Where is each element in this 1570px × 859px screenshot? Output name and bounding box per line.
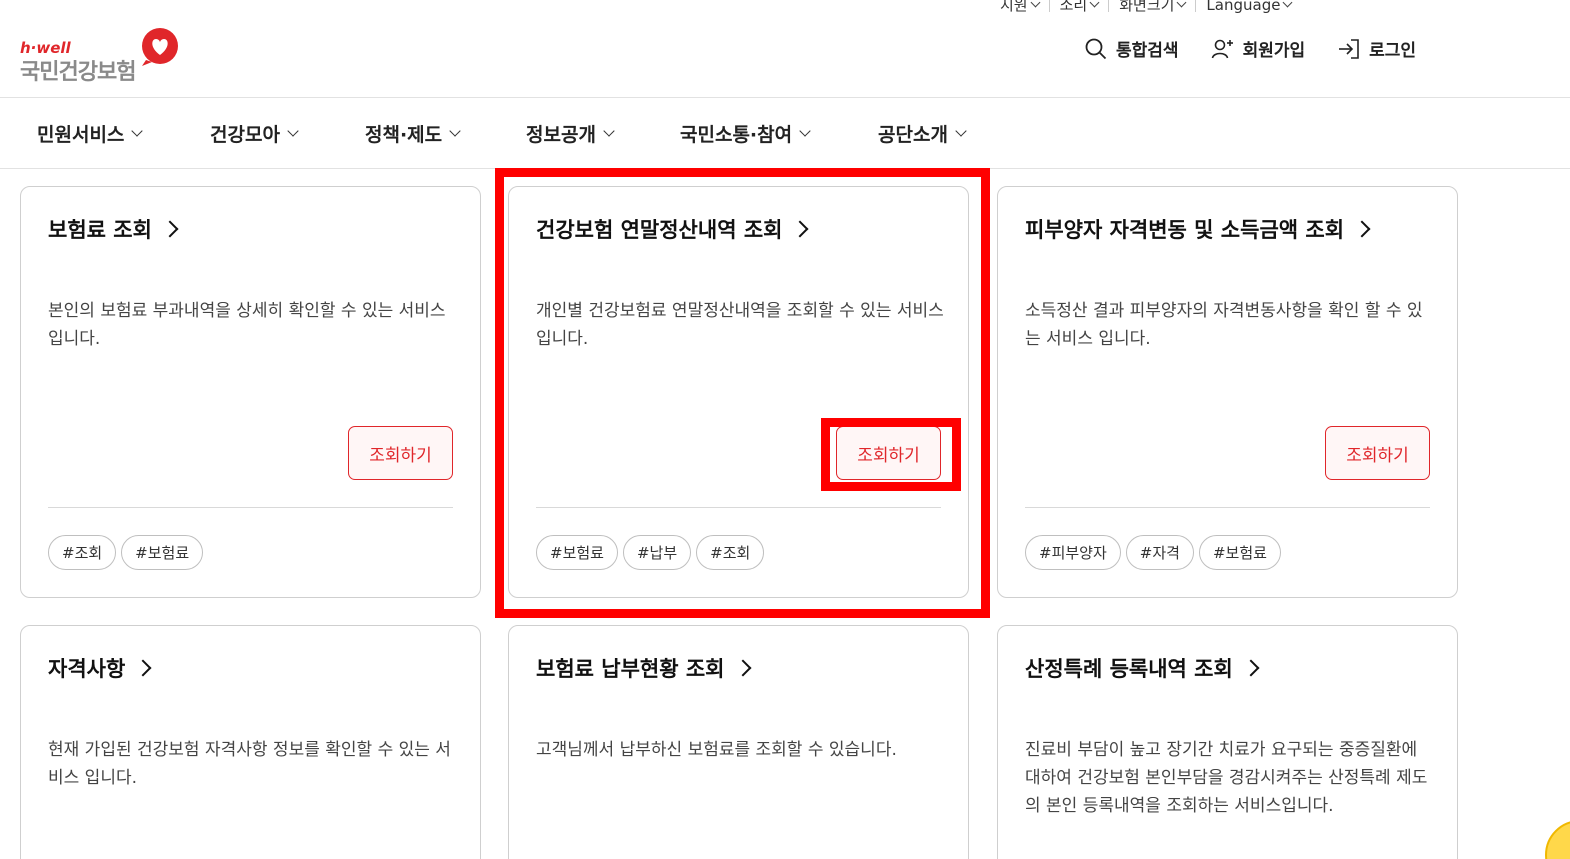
chevron-down-icon [131, 125, 144, 137]
utility-language-label: Language [1206, 0, 1281, 14]
card-title: 건강보험 연말정산내역 조회 [536, 218, 783, 242]
tag[interactable]: #피부양자 [1025, 535, 1121, 570]
login-button[interactable]: 로그인 [1337, 36, 1416, 61]
card-title-link[interactable]: 보험료 납부현황 조회 [536, 653, 752, 683]
utility-sound-label: 소리 [1059, 0, 1088, 14]
nav-participation[interactable]: 국민소통·참여 [680, 120, 811, 147]
chevron-down-icon [1283, 0, 1293, 8]
chevron-down-icon [287, 125, 299, 137]
chevron-down-icon [955, 125, 967, 137]
floating-chatbot-button[interactable] [1545, 820, 1570, 859]
service-card-dependent: 피부양자 자격변동 및 소득금액 조회 소득정산 결과 피부양자의 자격변동사항… [997, 186, 1458, 598]
nav-label: 민원서비스 [37, 124, 125, 146]
card-title-link[interactable]: 보험료 조회 [48, 214, 179, 244]
tag-list: #피부양자 #자격 #보험료 [1025, 535, 1281, 570]
tag[interactable]: #보험료 [536, 535, 618, 570]
service-card-year-end-settlement: 건강보험 연말정산내역 조회 개인별 건강보험료 연말정산내역을 조회할 수 있… [508, 186, 969, 598]
nav-label: 국민소통·참여 [680, 124, 793, 146]
utility-bar: 지원 소리 화면크기 Language [1000, 0, 1301, 15]
card-description: 소득정산 결과 피부양자의 자격변동사항을 확인 할 수 있는 서비스 입니다. [1025, 301, 1423, 349]
tag[interactable]: #조회 [48, 535, 117, 570]
login-icon [1339, 38, 1359, 59]
card-title: 자격사항 [48, 657, 126, 681]
nav-label: 건강모아 [210, 124, 280, 146]
service-card-qualification: 자격사항 현재 가입된 건강보험 자격사항 정보를 확인할 수 있는 서비스 입… [20, 625, 481, 859]
card-description: 고객님께서 납부하신 보험료를 조회할 수 있습니다. [536, 740, 897, 760]
chevron-down-icon [449, 125, 461, 137]
card-title-link[interactable]: 산정특례 등록내역 조회 [1025, 653, 1260, 683]
chevron-down-icon [799, 125, 811, 137]
nav-label: 정보공개 [526, 124, 596, 146]
card-title-link[interactable]: 건강보험 연말정산내역 조회 [536, 214, 809, 244]
service-card-premium: 보험료 조회 본인의 보험료 부과내역을 상세히 확인할 수 있는 서비스 입니… [20, 186, 481, 598]
chevron-right-icon [161, 220, 179, 238]
utility-language[interactable]: Language [1196, 0, 1301, 14]
utility-support-label: 지원 [1000, 0, 1028, 14]
divider [1025, 507, 1430, 508]
add-user-icon [1211, 39, 1233, 58]
inquiry-button[interactable]: 조회하기 [1325, 426, 1430, 480]
tag[interactable]: #보험료 [1198, 535, 1281, 570]
chevron-right-icon [134, 659, 152, 677]
inquiry-button[interactable]: 조회하기 [348, 426, 453, 480]
tag[interactable]: #자격 [1125, 535, 1194, 570]
search-button[interactable]: 통합검색 [1084, 36, 1179, 61]
card-title: 보험료 납부현황 조회 [536, 657, 725, 681]
card-description: 현재 가입된 건강보험 자격사항 정보를 확인할 수 있는 서비스 입니다. [48, 740, 451, 788]
card-description: 개인별 건강보험료 연말정산내역을 조회할 수 있는 서비스입니다. [536, 301, 944, 349]
chevron-right-icon [791, 220, 809, 238]
utility-support[interactable]: 지원 [1000, 0, 1049, 15]
chevron-down-icon [1176, 0, 1187, 8]
nav-about[interactable]: 공단소개 [878, 120, 967, 147]
nav-info-disclosure[interactable]: 정보공개 [526, 120, 615, 147]
service-card-special-calculation: 산정특례 등록내역 조회 진료비 부담이 높고 장기간 치료가 요구되는 중증질… [997, 625, 1458, 859]
nav-label: 정책·제도 [365, 124, 443, 146]
search-icon [1085, 38, 1107, 59]
utility-sound[interactable]: 소리 [1050, 0, 1109, 15]
card-title: 보험료 조회 [48, 218, 152, 242]
logo-name: 국민건강보험 [20, 60, 136, 85]
nav-health-moa[interactable]: 건강모아 [210, 120, 299, 147]
signup-button[interactable]: 회원가입 [1211, 36, 1306, 61]
card-title: 산정특례 등록내역 조회 [1025, 657, 1233, 681]
chevron-right-icon [734, 659, 752, 677]
tag-list: #조회 #보험료 [48, 535, 204, 570]
search-label: 통합검색 [1116, 41, 1179, 61]
card-title-link[interactable]: 자격사항 [48, 653, 152, 683]
card-title: 피부양자 자격변동 및 소득금액 조회 [1025, 218, 1345, 242]
tag[interactable]: #조회 [696, 535, 765, 570]
utility-screen-size-label: 화면크기 [1119, 0, 1175, 14]
header-actions: 통합검색 회원가입 로그인 [1084, 36, 1416, 61]
chevron-down-icon [603, 125, 615, 137]
nav-policy[interactable]: 정책·제도 [365, 120, 461, 147]
main-navigation: 민원서비스 건강모아 정책·제도 정보공개 국민소통·참여 공단소개 [0, 97, 1570, 169]
service-card-payment-status: 보험료 납부현황 조회 고객님께서 납부하신 보험료를 조회할 수 있습니다. [508, 625, 969, 859]
chevron-right-icon [1353, 220, 1371, 238]
heart-logo-icon [142, 28, 178, 66]
tag[interactable]: #보험료 [121, 535, 204, 570]
divider [48, 507, 453, 508]
card-description: 본인의 보험료 부과내역을 상세히 확인할 수 있는 서비스 입니다. [48, 301, 446, 349]
card-description: 진료비 부담이 높고 장기간 치료가 요구되는 중증질환에 대하여 건강보험 본… [1025, 740, 1428, 816]
inquiry-button[interactable]: 조회하기 [836, 426, 941, 480]
login-label: 로그인 [1369, 41, 1417, 61]
tag[interactable]: #납부 [622, 535, 692, 570]
divider [536, 507, 941, 508]
chevron-down-icon [1089, 0, 1100, 8]
signup-label: 회원가입 [1242, 41, 1306, 61]
nav-label: 공단소개 [878, 124, 948, 146]
tag-list: #보험료 #납부 #조회 [536, 535, 765, 570]
nav-civil-service[interactable]: 민원서비스 [37, 120, 144, 147]
chevron-down-icon [1030, 0, 1041, 8]
site-logo[interactable]: h·well 국민건강보험 [20, 26, 190, 86]
chevron-right-icon [1242, 659, 1260, 677]
utility-screen-size[interactable]: 화면크기 [1109, 0, 1195, 15]
card-title-link[interactable]: 피부양자 자격변동 및 소득금액 조회 [1025, 214, 1371, 244]
